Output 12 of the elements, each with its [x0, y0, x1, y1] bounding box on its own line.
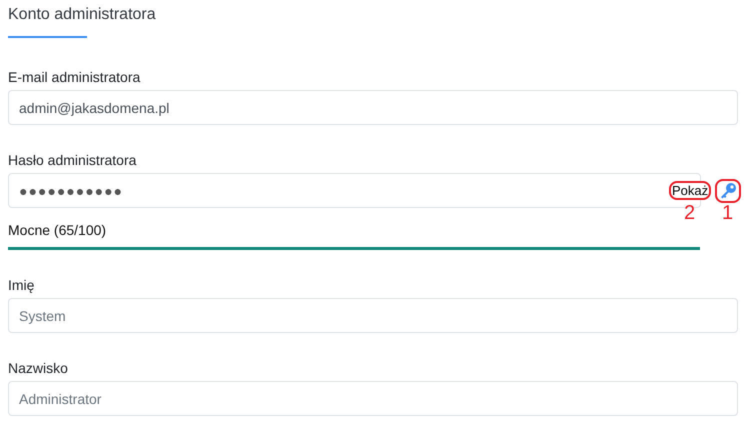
text-field[interactable]: System	[8, 298, 738, 333]
field-label: Imię	[8, 277, 34, 294]
text-field[interactable]: admin@jakasdomena.pl	[8, 90, 738, 125]
field-label: E-mail administratora	[8, 69, 140, 86]
key-icon[interactable]	[715, 178, 742, 202]
field-label: Nazwisko	[8, 360, 68, 377]
callout-number: 1	[722, 202, 734, 222]
section-title: Konto administratora	[8, 5, 156, 25]
text-field[interactable]: Administrator	[8, 381, 738, 416]
show-password-button[interactable]: Pokaż	[669, 181, 712, 200]
strength-label: Mocne (65/100)	[8, 222, 106, 238]
field-label: Hasło administratora	[8, 152, 136, 169]
